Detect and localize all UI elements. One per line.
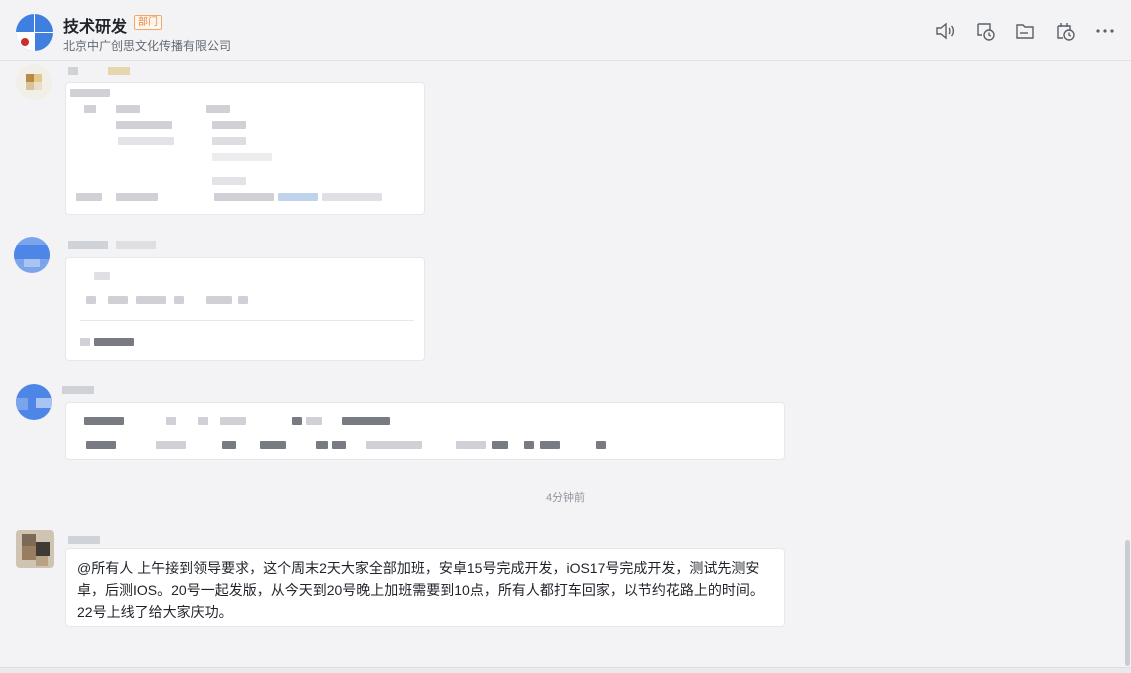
message-text: @所有人 上午接到领导要求，这个周末2天大家全部加班，安卓15号完成开发，iOS… bbox=[77, 560, 764, 620]
more-icon[interactable] bbox=[1094, 20, 1116, 42]
avatar[interactable] bbox=[16, 64, 52, 100]
scrollbar[interactable] bbox=[1125, 540, 1130, 666]
avatar[interactable] bbox=[14, 237, 50, 273]
avatar[interactable] bbox=[16, 530, 54, 568]
message-bubble-pixelated[interactable] bbox=[65, 402, 785, 460]
time-divider: 4分钟前 bbox=[545, 492, 586, 504]
chat-header: 技术研发 部门 北京中广创思文化传播有限公司 bbox=[0, 0, 1131, 61]
history-chat-icon[interactable] bbox=[974, 20, 996, 42]
group-title[interactable]: 技术研发 bbox=[63, 13, 127, 37]
message-bubble-pixelated[interactable] bbox=[65, 82, 425, 215]
message-bubble-pixelated[interactable] bbox=[65, 257, 425, 361]
calendar-clock-icon[interactable] bbox=[1054, 20, 1076, 42]
composer-edge bbox=[0, 667, 1131, 673]
speaker-icon[interactable] bbox=[934, 20, 956, 42]
message-list[interactable]: 4分钟前 @所有人 上午接到领导要求，这个周末2天大家全部加班，安卓15号完成开… bbox=[0, 61, 1131, 667]
group-avatar[interactable] bbox=[16, 14, 53, 51]
avatar[interactable] bbox=[16, 384, 52, 420]
department-badge: 部门 bbox=[134, 15, 162, 30]
message-bubble[interactable]: @所有人 上午接到领导要求，这个周末2天大家全部加班，安卓15号完成开发，iOS… bbox=[65, 548, 785, 627]
group-subtitle: 北京中广创思文化传播有限公司 bbox=[63, 39, 232, 53]
folder-icon[interactable] bbox=[1014, 20, 1036, 42]
